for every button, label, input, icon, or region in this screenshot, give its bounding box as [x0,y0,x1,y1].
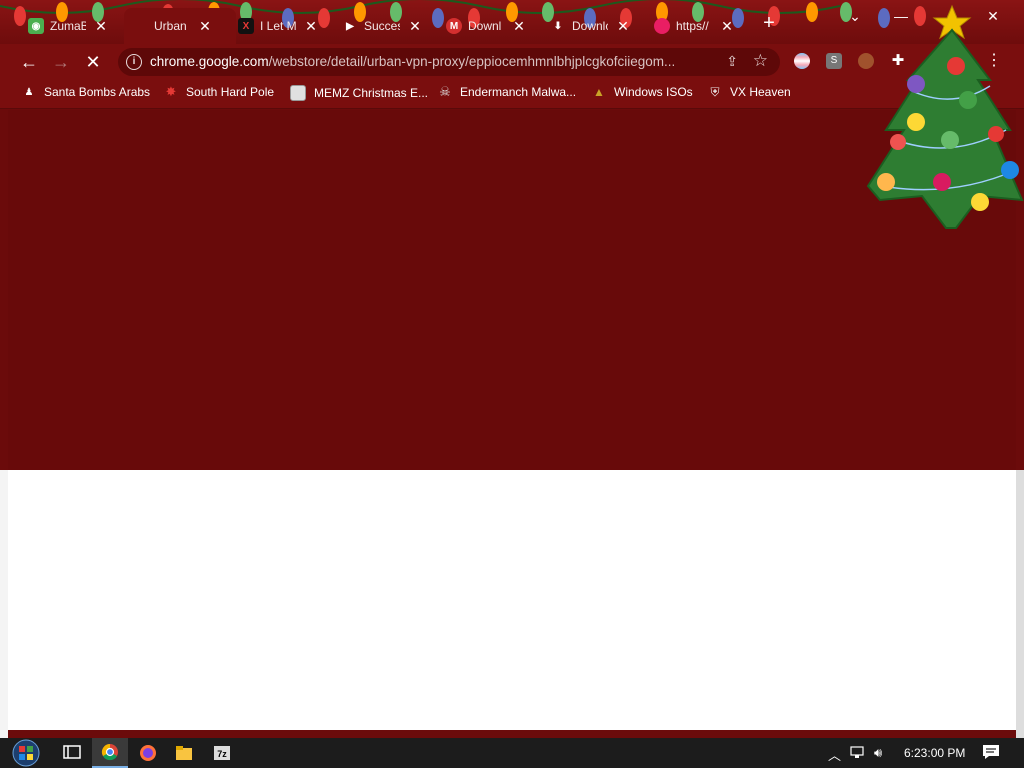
windows-taskbar: 7z ︿ 🔊︎ 6:23:00 PM [0,738,1024,768]
window-edge [1016,470,1024,738]
start-button[interactable] [6,738,46,768]
bookmark-label: Endermanch Malwa... [460,85,577,99]
action-center-icon[interactable] [982,744,1000,760]
folder-icon [176,746,192,760]
taskbar-clock[interactable]: 6:23:00 PM [904,746,965,760]
santa-favicon-icon: ◉ [28,18,44,34]
url-path: /webstore/detail/urban-vpn-proxy/eppioce… [268,54,676,69]
play-favicon-icon: ▶ [346,20,354,32]
bookmark-vx-heaven[interactable]: ⛨ VX Heaven [708,84,791,100]
tab-title: I Let M [260,19,296,33]
chrome-icon [101,743,118,761]
bookmark-endermanch-malware[interactable]: ☠ Endermanch Malwa... [438,84,577,99]
tab-title: Succes [364,19,400,33]
tab-downl[interactable]: M Downl ✕ [446,10,526,42]
tab-i-let-m[interactable]: X I Let M ✕ [238,10,318,42]
tab-downlc[interactable]: ⬇ Downlc ✕ [550,10,630,42]
tab-title: Downl [468,19,502,33]
share-icon[interactable]: ⇪ [726,53,738,70]
bookmark-label: MEMZ Christmas E... [314,86,429,100]
show-hidden-icons-chevron-icon[interactable]: ︿ [828,745,841,764]
bookmark-label: Santa Bombs Arabs [44,85,151,99]
forward-button[interactable]: → [50,52,72,74]
download-favicon-icon: ⬇ [553,20,563,32]
mega-favicon-icon: M [446,18,462,34]
taskbar-7zip-button[interactable]: 7z [204,738,240,768]
bookmark-south-hard-pole[interactable]: ✸ South Hard Pole [164,84,275,99]
firefox-icon [140,745,156,761]
close-tab-icon[interactable]: ✕ [304,19,318,33]
tab-zumab[interactable]: ◉ ZumaB ✕ [28,10,108,42]
windows-logo-icon [12,739,40,767]
taskbar-chrome-button[interactable] [92,738,128,768]
network-icon[interactable] [850,745,868,762]
task-view-icon [63,745,81,759]
trans-flag-extension-icon[interactable] [794,53,810,69]
site-info-icon[interactable]: i [126,54,142,70]
url-text[interactable]: chrome.google.com/webstore/detail/urban-… [150,54,675,69]
close-tab-icon[interactable]: ✕ [720,19,734,33]
bookmark-star-icon[interactable]: ☆ [753,51,768,71]
s-extension-icon[interactable]: S [826,53,842,69]
svg-text:7z: 7z [217,749,227,759]
close-tab-icon[interactable]: ✕ [94,19,108,33]
shield-icon: ⛨ [710,84,720,99]
bookmark-memz-christmas[interactable]: MEMZ Christmas E... [290,85,428,101]
7zip-icon: 7z [214,746,230,760]
page-content-body-area [8,470,1016,730]
tab-title: ZumaB [50,19,86,33]
close-tab-icon[interactable]: ✕ [616,19,630,33]
pink-favicon-icon [654,18,670,34]
tab-title: https// [676,19,709,33]
red-star-icon: ✸ [165,84,177,99]
url-host: chrome.google.com [150,54,269,69]
christmas-tree-decoration [866,4,1024,229]
address-bar[interactable]: i chrome.google.com/webstore/detail/urba… [118,48,780,76]
back-button[interactable]: ← [18,52,40,74]
desktop-edge [0,470,8,738]
image-icon [290,85,306,101]
taskbar-firefox-button[interactable] [130,738,166,768]
close-tab-icon[interactable]: ✕ [198,19,212,33]
x-favicon-icon: X [238,18,254,34]
box-icon: ▲ [593,85,605,99]
tab-https[interactable]: https// ✕ [654,10,734,42]
new-tab-button[interactable]: + [758,12,780,34]
loading-favicon-icon [132,18,148,34]
bookmark-label: South Hard Pole [186,85,275,99]
tab-title: Urban [154,19,187,33]
volume-icon[interactable]: 🔊︎ [874,745,882,761]
bookmark-santa-bombs-arabs[interactable]: ♟ Santa Bombs Arabs [22,85,151,99]
bookmark-label: VX Heaven [730,85,791,99]
close-tab-icon[interactable]: ✕ [512,19,526,33]
tab-succes[interactable]: ▶ Succes ✕ [342,10,422,42]
tab-title: Downlc [572,19,608,33]
bookmark-windows-isos[interactable]: ▲ Windows ISOs [592,85,693,99]
task-view-button[interactable] [54,738,90,768]
tab-urban[interactable]: Urban ✕ [124,8,236,44]
santa-icon: ♟ [24,86,34,98]
bookmark-label: Windows ISOs [614,85,693,99]
close-tab-icon[interactable]: ✕ [408,19,422,33]
skull-icon: ☠ [439,84,451,99]
stop-loading-button[interactable]: ✕ [82,52,104,74]
taskbar-file-explorer-button[interactable] [166,738,202,768]
